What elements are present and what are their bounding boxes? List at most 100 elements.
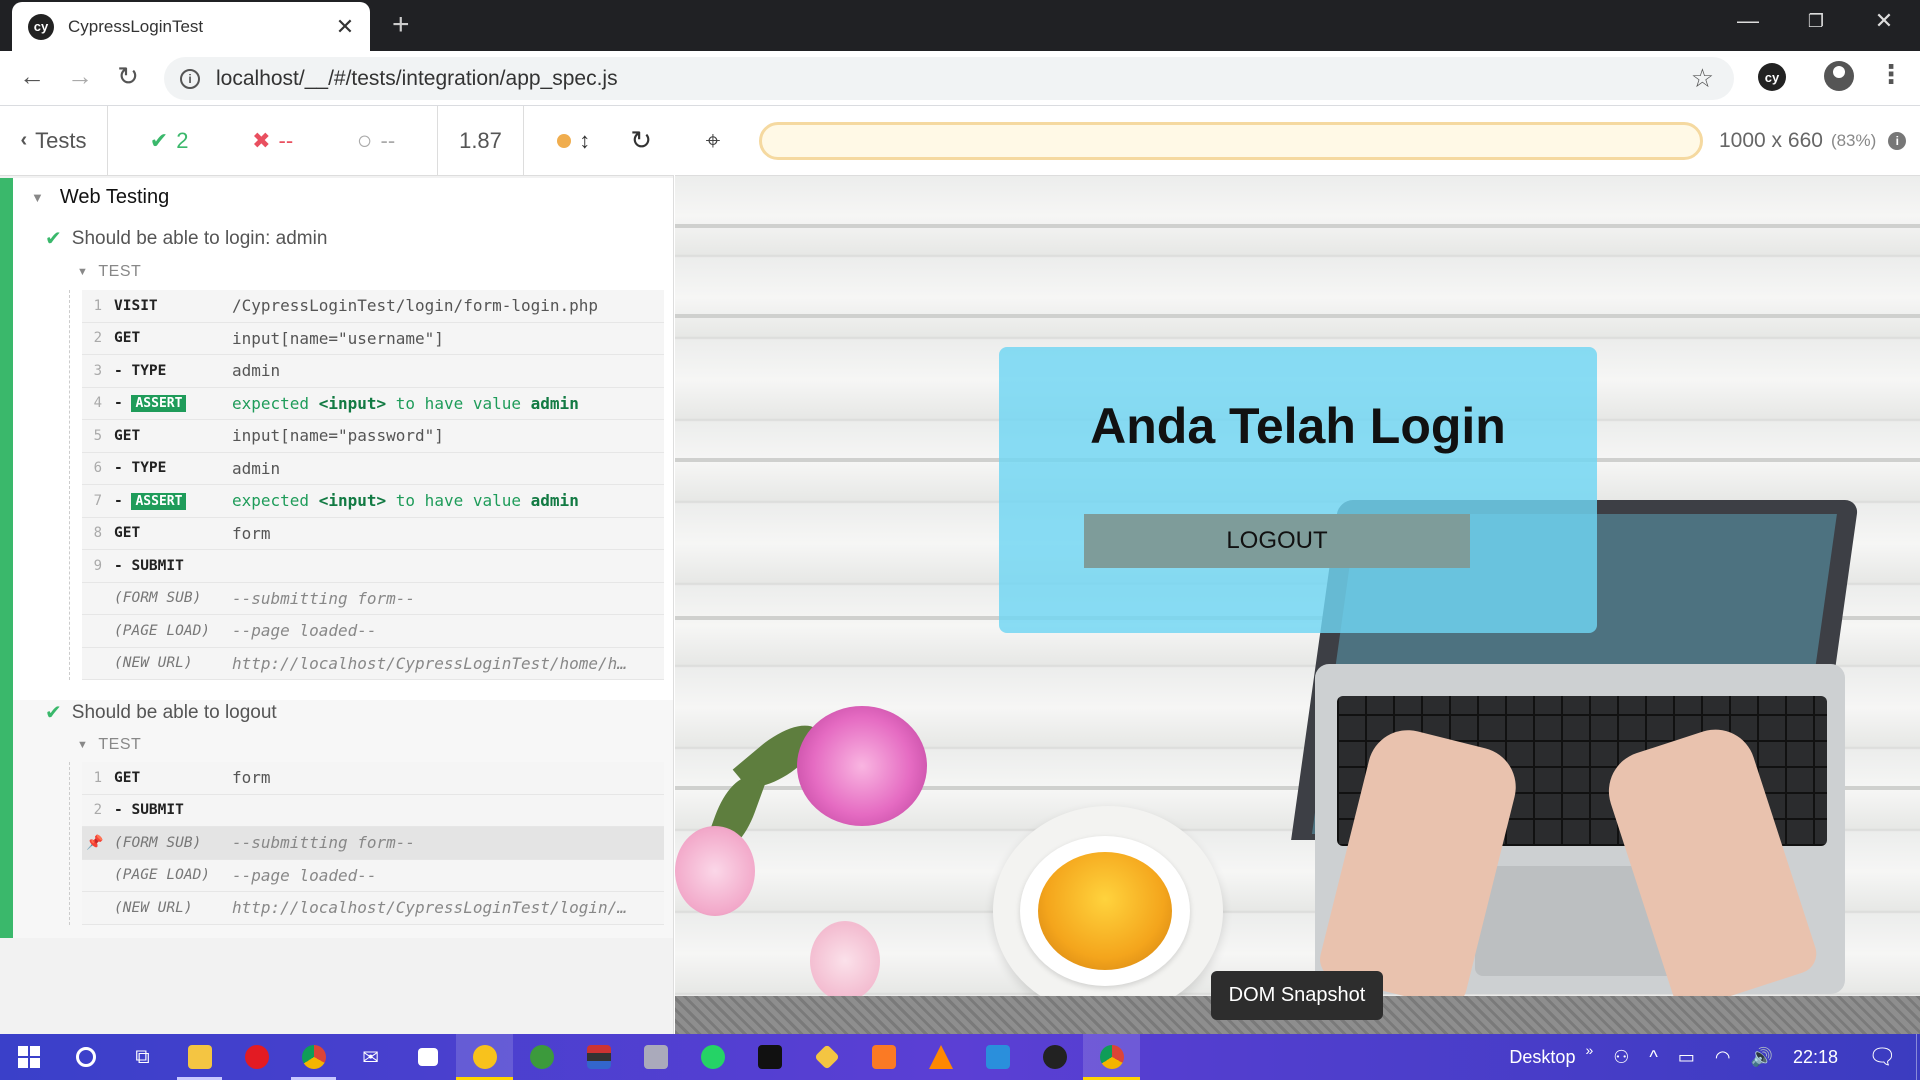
hook-title[interactable]: ▼ TEST [77,736,141,754]
minimize-icon[interactable]: — [1728,8,1768,34]
command-row[interactable]: (PAGE LOAD) --page loaded-- [82,615,664,648]
hook-title[interactable]: ▼ TEST [77,263,141,281]
command-row[interactable]: 2 GET input[name="username"] [82,322,664,355]
command-name: GET [114,525,141,542]
reload-icon[interactable]: ↻ [110,61,146,92]
command-row[interactable]: 3 TYPE admin [82,355,664,388]
command-row[interactable]: 5 GET input[name="password"] [82,420,664,453]
task-view-icon[interactable]: ⧉ [114,1034,171,1080]
command-row[interactable]: (FORM SUB) --submitting form-- [82,582,664,615]
xampp-app-icon[interactable] [456,1034,513,1080]
event-name: (FORM SUB) [114,834,202,851]
browser-tab[interactable]: cy CypressLoginTest ✕ [12,2,370,51]
window-close-icon[interactable]: ✕ [1864,8,1904,34]
chrome-active-icon[interactable] [1083,1034,1140,1080]
show-hidden-icons[interactable]: ^ [1649,1047,1657,1068]
command-list: 1 VISIT /CypressLoginTest/login/form-log… [69,290,665,680]
assert-badge: ASSERT [131,395,187,413]
vscode-icon[interactable] [969,1034,1026,1080]
command-row[interactable]: (PAGE LOAD) --page loaded-- [82,859,664,892]
pending-count: -- [380,127,396,153]
duration-value: 1.87 [459,127,502,153]
windows-start-icon[interactable] [0,1034,57,1080]
logout-button[interactable]: LOGOUT [1084,514,1470,568]
event-message: --submitting form-- [232,588,416,608]
chevron-right-icon[interactable]: » [1585,1042,1593,1058]
back-icon[interactable]: ← [14,61,50,92]
show-desktop-strip[interactable] [1916,1034,1920,1080]
suite-title[interactable]: ▼ Web Testing [31,186,169,209]
test-title[interactable]: ✔ Should be able to login: admin [45,226,327,251]
cypress-icon[interactable] [1026,1034,1083,1080]
reporter-panel: ‹ Tests ✔ 2 ✖ -- ○ -- 1.87 ↕ ↻ ▼ Web Tes… [0,106,674,1034]
clock-time[interactable]: 22:18 [1793,1047,1838,1068]
viewport-scale: (83%) [1830,130,1877,150]
event-message: http://localhost/CypressLoginTest/home/h… [232,653,627,673]
selector-playground-icon[interactable]: ⌖ [695,125,731,157]
mail-icon[interactable]: ✉ [342,1034,399,1080]
command-name: GET [114,427,141,444]
git-icon[interactable] [798,1034,855,1080]
auto-scroll-toggle[interactable]: ↕ [557,128,590,154]
command-row[interactable]: (NEW URL) http://localhost/CypressLoginT… [82,892,664,925]
cypress-extension-icon[interactable]: cy [1758,63,1786,91]
chrome-icon[interactable] [285,1034,342,1080]
event-name: (NEW URL) [114,899,193,916]
people-icon[interactable]: ⚇ [1613,1047,1629,1068]
url-text[interactable]: localhost/__/#/tests/integration/app_spe… [216,67,618,91]
windows-taskbar: ⧉ ✉ Desktop » ⚇ ^ ▭ ◠ 🔊 22:18 🗨 [0,1034,1920,1080]
rerun-icon[interactable]: ↻ [630,125,652,156]
pin-icon[interactable]: 📌 [82,835,114,851]
opera-icon[interactable] [228,1034,285,1080]
restore-icon[interactable]: ❐ [1796,11,1836,32]
desktop-label[interactable]: Desktop [1509,1047,1575,1068]
command-row[interactable]: 7 - ASSERT expected <input> to have valu… [82,485,664,518]
new-tab-icon[interactable]: + [392,8,410,42]
command-row[interactable]: 2 SUBMIT [82,794,664,827]
command-row-pinned[interactable]: 📌 (FORM SUB) --submitting form-- [82,827,664,860]
command-row[interactable]: 1 GET form [82,762,664,795]
profile-icon[interactable] [1824,61,1854,91]
globe-app-icon[interactable] [513,1034,570,1080]
flags-app-icon[interactable] [570,1034,627,1080]
notification-icon[interactable]: 🗨 [1868,1044,1896,1070]
command-name: GET [114,330,141,347]
command-message: admin [232,361,281,381]
info-icon[interactable]: i [1888,131,1907,150]
tests-button[interactable]: ‹ Tests [0,106,108,175]
omnibox[interactable]: i localhost/__/#/tests/integration/app_s… [164,57,1734,100]
viewport-info[interactable]: 1000 x 660 (83%) i [1719,129,1907,153]
battery-icon[interactable]: ▭ [1678,1047,1695,1068]
vlc-icon[interactable] [912,1034,969,1080]
command-row[interactable]: 4 - ASSERT expected <input> to have valu… [82,387,664,420]
wifi-icon[interactable]: ◠ [1715,1047,1731,1068]
command-row[interactable]: 9 SUBMIT [82,550,664,583]
command-message: input[name="username"] [232,328,444,348]
forward-icon[interactable]: → [62,61,98,92]
bookmark-star-icon[interactable]: ☆ [1691,63,1714,94]
xampp-icon[interactable] [855,1034,912,1080]
command-message: form [232,523,271,543]
cortana-icon[interactable] [57,1034,114,1080]
command-number: 5 [93,427,102,444]
command-name: SUBMIT [114,802,232,818]
menu-kebab-icon[interactable]: ⋮ [1878,59,1904,90]
command-row[interactable]: 8 GET form [82,517,664,550]
volume-icon[interactable]: 🔊 [1751,1047,1773,1068]
passed-count: 2 [176,127,189,153]
command-row[interactable]: (NEW URL) http://localhost/CypressLoginT… [82,647,664,680]
terminal-icon[interactable] [741,1034,798,1080]
tab-close-icon[interactable]: ✕ [332,14,358,40]
command-row[interactable]: 6 TYPE admin [82,452,664,485]
tool-app-icon[interactable] [627,1034,684,1080]
whatsapp-icon[interactable] [684,1034,741,1080]
command-number: 7 [93,492,102,509]
store-icon[interactable] [399,1034,456,1080]
site-info-icon[interactable]: i [180,68,200,89]
command-row[interactable]: 1 VISIT /CypressLoginTest/login/form-log… [82,290,664,323]
test-title[interactable]: ✔ Should be able to logout [45,700,277,725]
file-explorer-icon[interactable] [171,1034,228,1080]
command-name: SUBMIT [114,558,232,574]
hook-title-text: TEST [98,736,142,753]
command-number: 2 [93,330,102,347]
